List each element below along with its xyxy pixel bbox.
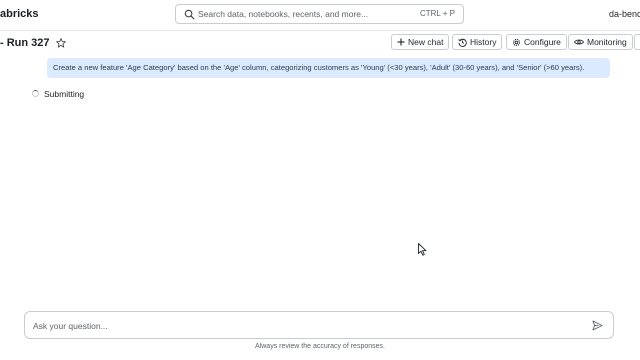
global-search[interactable]: Search data, notebooks, recents, and mor… — [175, 4, 464, 24]
eye-icon — [574, 39, 584, 45]
search-icon — [184, 9, 195, 20]
monitoring-button[interactable]: Monitoring — [568, 34, 633, 50]
send-icon[interactable] — [592, 320, 603, 331]
configure-label: Configure — [524, 37, 561, 47]
brand-logo-text[interactable]: abricks — [0, 8, 39, 20]
mouse-cursor-icon — [418, 243, 427, 256]
history-icon — [458, 38, 467, 47]
search-shortcut: CTRL + P — [419, 9, 455, 18]
star-icon[interactable] — [56, 38, 66, 48]
search-placeholder: Search data, notebooks, recents, and mor… — [198, 9, 369, 19]
user-message: Create a new feature 'Age Category' base… — [47, 58, 610, 78]
overflow-button[interactable] — [634, 34, 640, 50]
loading-spinner-icon — [32, 90, 39, 97]
new-chat-label: New chat — [408, 37, 444, 47]
plus-icon — [397, 38, 405, 46]
configure-button[interactable]: Configure — [506, 34, 567, 50]
history-label: History — [470, 37, 497, 47]
disclaimer-text: Always review the accuracy of responses. — [255, 343, 385, 350]
history-button[interactable]: History — [452, 34, 503, 50]
title-row: - Run 327 New chat History Configure Mon… — [0, 34, 640, 52]
monitoring-label: Monitoring — [587, 37, 627, 47]
new-chat-button[interactable]: New chat — [391, 34, 450, 50]
user-menu[interactable]: da-bench — [609, 9, 640, 19]
status-text: Submitting — [44, 89, 85, 99]
gear-icon — [512, 38, 521, 46]
question-input[interactable] — [31, 317, 585, 335]
top-bar: abricks Search data, notebooks, recents,… — [0, 0, 640, 31]
page-title: - Run 327 — [0, 37, 50, 49]
question-composer[interactable] — [24, 311, 614, 339]
